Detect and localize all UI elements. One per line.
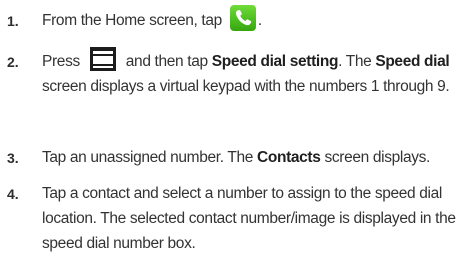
step-1-text-before: From the Home screen, tap bbox=[42, 12, 226, 29]
menu-key-icon bbox=[89, 47, 116, 72]
step-2-text-b: and then tap bbox=[121, 53, 212, 70]
step-2: 2. Press and then tap Speed dial setting… bbox=[0, 47, 472, 131]
contacts-label: Contacts bbox=[257, 149, 321, 166]
step-3-text-b: screen displays. bbox=[320, 149, 431, 166]
step-3: 3. Tap an unassigned number. The Contact… bbox=[0, 145, 472, 171]
step-1: 1. From the Home screen, tap . bbox=[0, 4, 472, 34]
step-2-text-d: screen displays a virtual keypad with th… bbox=[42, 78, 450, 95]
phone-icon bbox=[229, 4, 256, 31]
speed-dial-setting-label: Speed dial setting bbox=[211, 53, 339, 70]
step-3-text-a: Tap an unassigned number. The bbox=[42, 149, 257, 166]
step-2-text-a: Press bbox=[42, 53, 84, 70]
step-text: Tap a contact and select a number to ass… bbox=[42, 185, 456, 252]
step-1-text-after: . bbox=[257, 12, 262, 29]
step-4: 4. Tap a contact and select a number to … bbox=[0, 181, 472, 259]
step-number: 2. bbox=[7, 54, 19, 70]
step-2-text-c: . The bbox=[338, 53, 376, 70]
step-number: 3. bbox=[7, 150, 19, 166]
step-text: Tap an unassigned number. The Contacts s… bbox=[42, 145, 468, 170]
step-text: Press and then tap Speed dial setting. T… bbox=[42, 47, 468, 99]
step-number: 1. bbox=[7, 13, 19, 29]
speed-dial-label: Speed dial bbox=[375, 53, 450, 70]
step-text: From the Home screen, tap . bbox=[42, 4, 468, 33]
step-number: 4. bbox=[7, 186, 19, 202]
